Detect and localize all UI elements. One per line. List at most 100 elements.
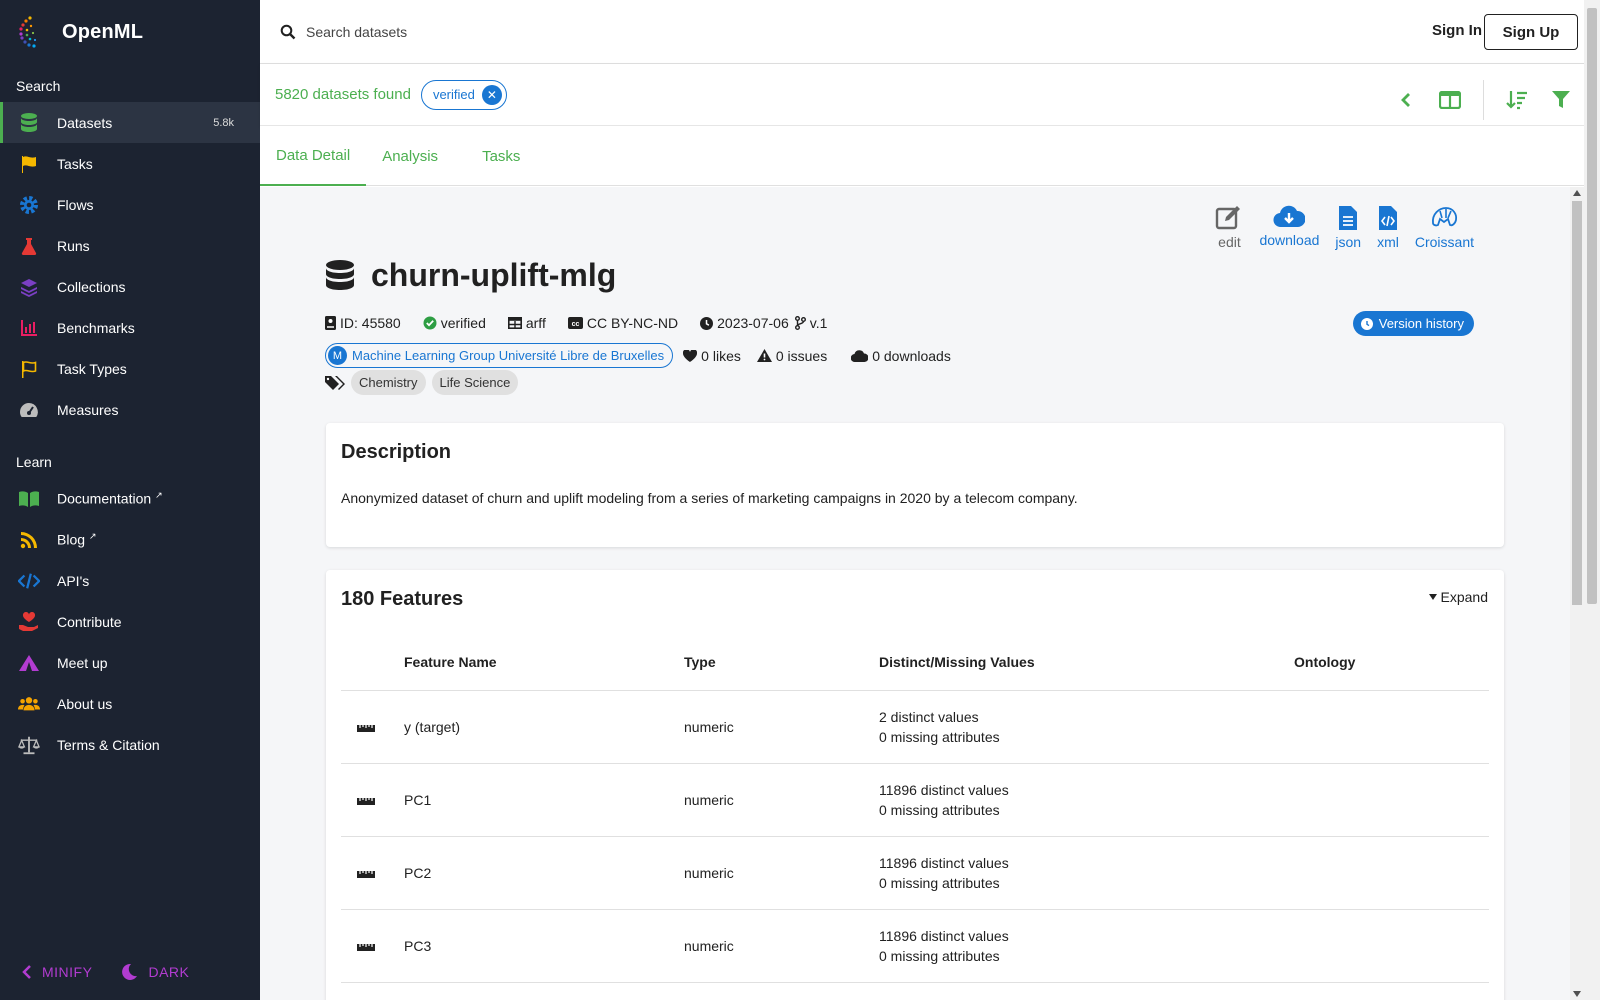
feature-ontology [1294,836,1489,910]
sidebar-item-flows[interactable]: Flows [0,184,260,225]
edit-button[interactable]: edit [1215,205,1243,250]
sidebar-item-blog[interactable]: Blog ↗ [0,519,260,560]
brand[interactable]: OpenML [0,0,260,64]
tab-tasks[interactable]: Tasks [454,126,548,186]
sidebar-item-meetup[interactable]: Meet up [0,642,260,683]
sidebar-item-label: Flows [57,196,94,213]
layers-icon [18,276,40,298]
feature-values: 2 distinct values 0 missing attributes [879,690,1294,764]
external-link-icon: ↗ [155,490,163,501]
scroll-up-arrow-icon[interactable] [1573,190,1581,196]
filter-icon [1552,91,1570,108]
scroll-down-arrow-icon[interactable] [1573,991,1581,997]
json-button[interactable]: json [1335,205,1361,250]
feature-ontology [1294,763,1489,837]
dataset-id-text: ID: 45580 [340,315,401,331]
xml-button[interactable]: xml [1377,205,1399,250]
sidebar-item-label: Contribute [57,613,122,630]
tags-icon [325,375,345,390]
table-row[interactable]: y (target) numeric 2 distinct values 0 mi… [341,690,1489,764]
sidebar-item-task-types[interactable]: Task Types [0,348,260,389]
sidebar-item-collections[interactable]: Collections [0,266,260,307]
minify-button[interactable]: MINIFY [22,964,92,980]
detail-scrollbar[interactable] [1570,187,1584,1000]
feature-name: PC2 [404,836,684,910]
sidebar-item-datasets[interactable]: Datasets 5.8k [0,102,260,143]
dataset-id: ID: 45580 [325,315,401,331]
id-badge-icon [325,316,336,330]
sidebar-item-tasks[interactable]: Tasks [0,143,260,184]
version-history-button[interactable]: Version history [1352,311,1474,336]
missing-values: 0 missing attributes [879,801,1000,818]
dark-mode-button[interactable]: DARK [120,963,189,981]
sign-in-button[interactable]: Sign In [1432,22,1482,39]
sidebar-item-measures[interactable]: Measures [0,389,260,430]
table-header-row: Feature Name Type Distinct/Missing Value… [341,634,1489,691]
cog-icon [18,194,40,216]
svg-text:cc: cc [571,321,579,328]
tag-chip[interactable]: Life Science [431,370,519,395]
edit-icon [1216,206,1241,230]
filter-button[interactable] [1546,85,1576,115]
table-row[interactable]: PC3 numeric 11896 distinct values 0 missi… [341,909,1489,983]
search-input[interactable] [306,23,1206,40]
heart-icon [683,349,698,362]
issues-text: 0 issues [775,347,828,364]
creator-chip[interactable]: M Machine Learning Group Université Libr… [325,343,674,368]
column-header-feature-name[interactable]: Feature Name [404,634,684,691]
sidebar-item-terms-citation[interactable]: Terms & Citation [0,724,260,765]
croissant-button[interactable]: Croissant [1415,205,1474,250]
distinct-values: 11896 distinct values [879,854,1009,871]
detail-scroll-thumb[interactable] [1572,201,1582,605]
sidebar-item-documentation[interactable]: Documentation ↗ [0,478,260,519]
expand-label: Expand [1440,589,1488,605]
warning-icon [756,349,772,362]
column-header-type[interactable]: Type [684,634,879,691]
croissant-label: Croissant [1414,234,1474,250]
dataset-version: v.1 [794,315,827,331]
dataset-date-text: 2023-07-06 [717,315,789,331]
table-row[interactable]: PC2 numeric 11896 distinct values 0 missi… [341,836,1489,910]
expand-button[interactable]: Expand [1428,589,1488,605]
sign-up-button[interactable]: Sign Up [1484,14,1578,50]
collapse-button[interactable] [1391,85,1421,115]
tag-chip[interactable]: Chemistry [351,370,426,395]
split-view-button[interactable] [1435,85,1465,115]
search-icon [280,24,296,39]
column-header-ontology[interactable]: Ontology [1294,634,1489,691]
sidebar-item-benchmarks[interactable]: Benchmarks [0,307,260,348]
sidebar-item-label: Collections [57,278,126,295]
tab-data-detail[interactable]: Data Detail [260,126,367,186]
filter-chip-verified[interactable]: verified ✕ [420,79,507,110]
feature-ontology [1294,909,1489,983]
dataset-title: churn-uplift-mlg [371,257,617,293]
gauge-icon [18,399,40,421]
tab-analysis[interactable]: Analysis [366,126,454,186]
flask-icon [18,235,40,257]
dataset-likes: 0 likes [683,348,741,364]
sidebar-item-contribute[interactable]: Contribute [0,601,260,642]
sort-button[interactable] [1502,85,1532,115]
chevron-left-icon [1401,93,1410,107]
table-row[interactable]: PC1 numeric 11896 distinct values 0 missi… [341,763,1489,837]
column-header-distinct-missing[interactable]: Distinct/Missing Values [879,634,1294,691]
sidebar-item-runs[interactable]: Runs [0,225,260,266]
clock-icon [1360,317,1373,330]
sidebar-item-about-us[interactable]: About us [0,683,260,724]
flag-outline-icon [18,358,40,380]
distinct-values: 11896 distinct values [879,927,1009,944]
sidebar-item-apis[interactable]: API's [0,560,260,601]
rss-icon [18,529,40,551]
external-link-icon: ↗ [89,531,97,542]
dataset-meta-row-2: M Machine Learning Group Université Libr… [325,343,973,368]
xml-label: xml [1377,234,1399,250]
feature-values: 11896 distinct values 0 missing attribute… [879,909,1294,983]
page-scrollbar[interactable] [1584,0,1600,1000]
page-scroll-thumb[interactable] [1587,8,1597,604]
openml-logo-icon [19,16,37,48]
code-branch-icon [794,316,806,330]
close-icon[interactable]: ✕ [481,84,502,105]
download-button[interactable]: download [1259,205,1319,250]
ruler-icon [341,690,404,764]
missing-values: 0 missing attributes [879,728,1000,745]
